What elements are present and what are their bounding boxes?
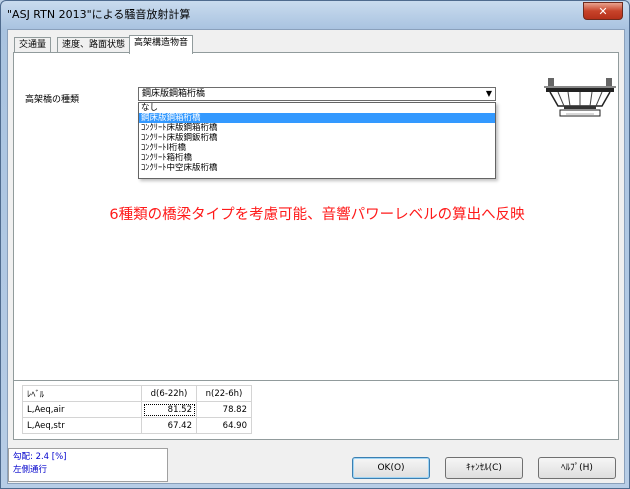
dropdown-option[interactable]: なし [139,103,495,113]
bridge-type-select[interactable]: 鋼床版鋼箱桁橋 ▼ [138,87,496,101]
row-label-str: L,Aeq,str [22,417,142,434]
bridge-type-label: 高架橋の種類 [25,95,80,105]
bridge-type-value: 鋼床版鋼箱桁橋 [142,89,206,99]
dropdown-option[interactable]: ｺﾝｸﾘｰﾄ中空床版桁橋 [139,163,495,173]
table-row: L,Aeq,air 81.52 78.82 [22,401,252,418]
ok-button[interactable]: OK(O) [352,457,430,479]
window-title: "ASJ RTN 2013"による騒音放射計算 [7,8,191,21]
dropdown-option-selected[interactable]: 鋼床版鋼箱桁橋 [139,113,495,123]
table-header-row: ﾚﾍﾞﾙ d(6-22h) n(22-6h) [22,385,252,402]
cell-air-night[interactable]: 78.82 [196,401,252,418]
chevron-down-icon[interactable]: ▼ [486,88,492,100]
gradient-status: 勾配: 2.4 [%] [13,452,67,462]
bridge-type-dropdown-list: なし 鋼床版鋼箱桁橋 ｺﾝｸﾘｰﾄ床版鋼箱桁橋 ｺﾝｸﾘｰﾄ床版鋼鈑桁橋 ｺﾝｸ… [138,102,496,179]
feature-annotation: 6種類の橋梁タイプを考慮可能、音響パワーレベルの算出へ反映 [109,207,525,223]
tab-traffic-volume[interactable]: 交通量 [14,37,52,53]
dropdown-option[interactable]: ｺﾝｸﾘｰﾄI桁橋 [139,143,495,153]
bridge-cross-section-icon [544,78,616,117]
dropdown-option[interactable]: ｺﾝｸﾘｰﾄ床版鋼箱桁橋 [139,123,495,133]
dropdown-option[interactable]: ｺﾝｸﾘｰﾄ床版鋼鈑桁橋 [139,133,495,143]
status-info-box: 勾配: 2.4 [%] 左側通行 [8,448,168,482]
cancel-button[interactable]: ｷｬﾝｾﾙ(C) [445,457,523,479]
header-day: d(6-22h) [141,385,197,402]
cell-str-night[interactable]: 64.90 [196,417,252,434]
tab-speed-road-surface[interactable]: 速度、路面状態 [57,37,131,53]
traffic-side-status: 左側通行 [13,465,48,475]
tab-elevated-structure-noise[interactable]: 高架構造物音 [129,35,194,54]
help-button[interactable]: ﾍﾙﾌﾟ(H) [538,457,616,479]
dialog-window: "ASJ RTN 2013"による騒音放射計算 ✕ 交通量 速度、路面状態 高架… [0,0,630,489]
results-panel: ﾚﾍﾞﾙ d(6-22h) n(22-6h) L,Aeq,air 81.52 7… [13,380,619,440]
header-level: ﾚﾍﾞﾙ [22,385,142,402]
dropdown-option[interactable]: ｺﾝｸﾘｰﾄ箱桁橋 [139,153,495,163]
table-row: L,Aeq,str 67.42 64.90 [22,417,252,434]
results-table: ﾚﾍﾞﾙ d(6-22h) n(22-6h) L,Aeq,air 81.52 7… [22,385,252,434]
dialog-client: 交通量 速度、路面状態 高架構造物音 高架橋の種類 鋼床版鋼箱桁橋 ▼ なし 鋼… [7,29,625,484]
row-label-air: L,Aeq,air [22,401,142,418]
cell-air-day[interactable]: 81.52 [141,401,197,418]
close-button[interactable]: ✕ [583,2,623,20]
header-night: n(22-6h) [196,385,252,402]
tab-panel: 高架橋の種類 鋼床版鋼箱桁橋 ▼ なし 鋼床版鋼箱桁橋 ｺﾝｸﾘｰﾄ床版鋼箱桁橋… [13,52,619,386]
cell-str-day[interactable]: 67.42 [141,417,197,434]
